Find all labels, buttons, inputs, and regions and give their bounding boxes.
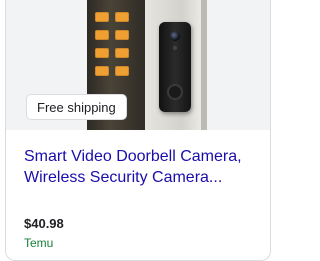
merchant-name: Temu (24, 236, 54, 250)
doorbell-device (159, 22, 191, 112)
product-title-line-1: Smart Video Doorbell Camera, (24, 148, 242, 165)
free-shipping-badge: Free shipping (26, 94, 127, 120)
product-image[interactable]: Free shipping (6, 0, 270, 130)
product-card[interactable]: Free shipping Smart Video Doorbell Camer… (5, 0, 271, 261)
product-title-link[interactable]: Smart Video Doorbell Camera, Wireless Se… (24, 146, 264, 188)
doorbell-button (167, 84, 183, 100)
camera-lens (170, 31, 180, 41)
price: $40.98 (24, 216, 64, 231)
doorbell-photo (145, 0, 207, 130)
product-title-line-2: Wireless Security Camera... (24, 169, 223, 186)
